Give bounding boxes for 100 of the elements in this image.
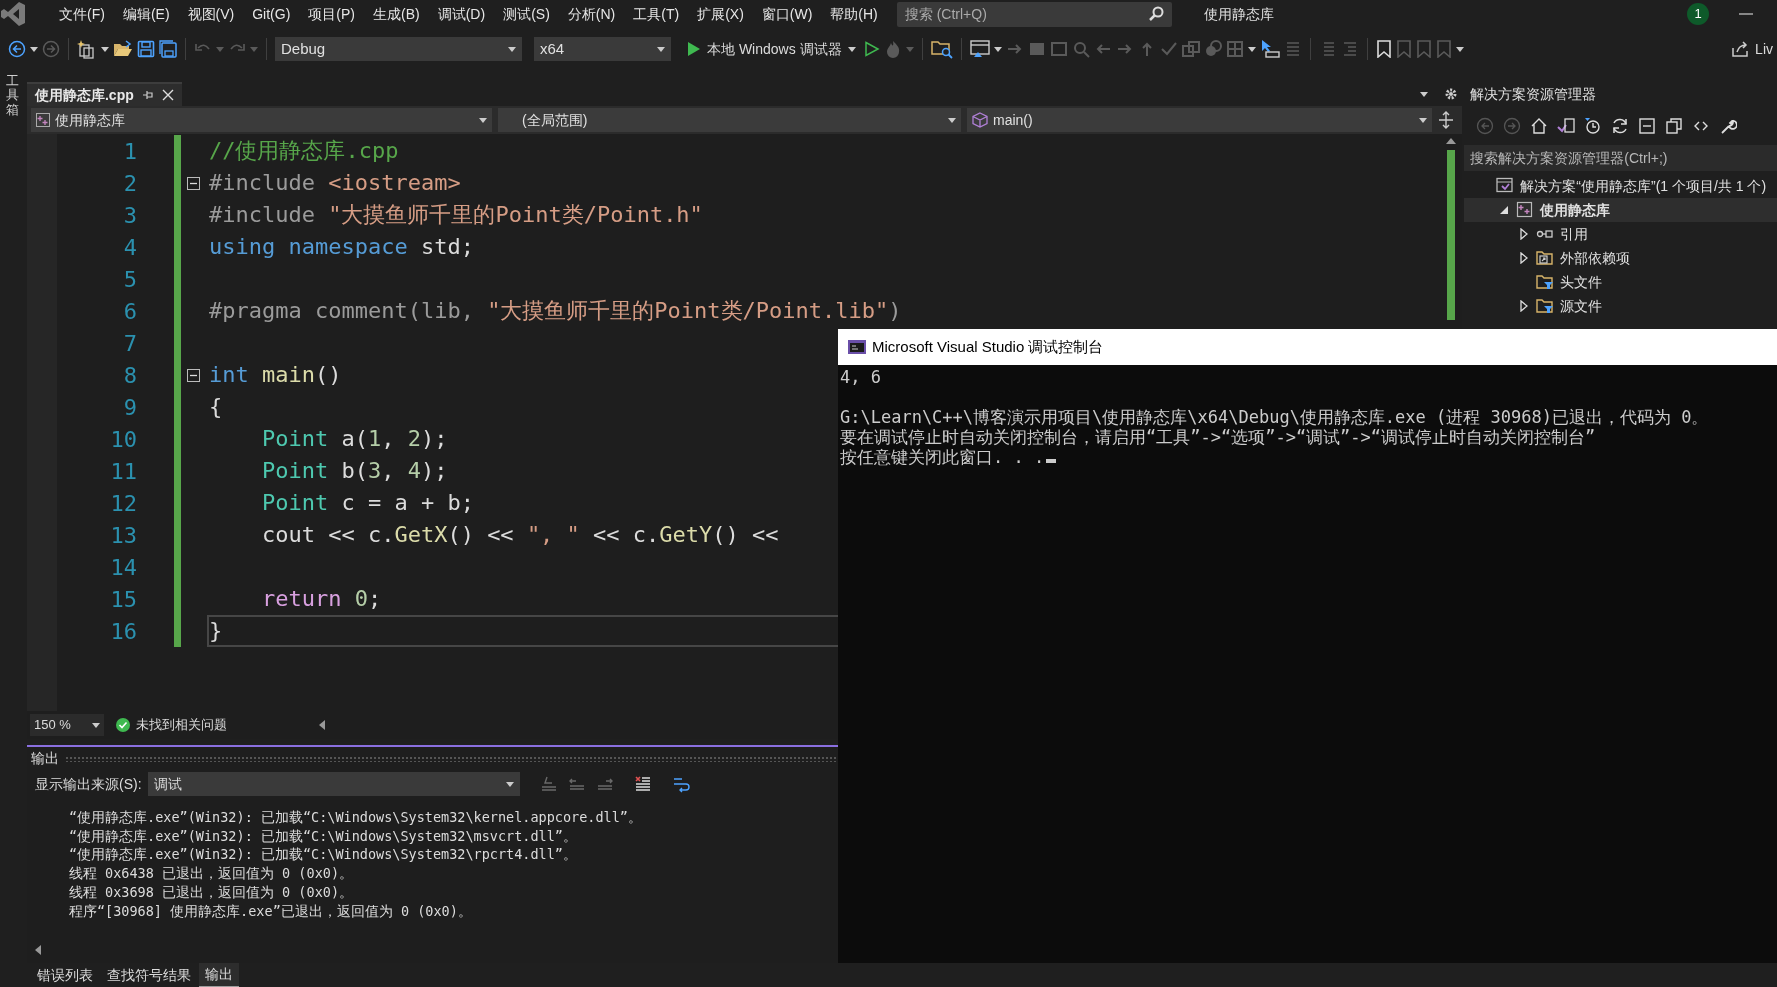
box-icon[interactable] xyxy=(1027,40,1046,58)
scroll-up-icon[interactable] xyxy=(1446,138,1457,144)
collapse-all-icon[interactable] xyxy=(1638,117,1657,135)
toolbox-tab[interactable]: 工具箱 xyxy=(6,74,19,117)
home-icon[interactable] xyxy=(1530,117,1549,135)
caret-icon[interactable] xyxy=(1420,91,1429,97)
box-icon[interactable] xyxy=(1181,40,1200,58)
tree-item[interactable]: 头文件 xyxy=(1464,270,1777,294)
tree-item[interactable]: 外部依赖项 xyxy=(1464,246,1777,270)
caret-icon[interactable] xyxy=(478,117,487,123)
pin-icon[interactable] xyxy=(141,89,154,101)
collapse-icon[interactable] xyxy=(187,368,201,382)
tree-item[interactable]: 引用 xyxy=(1464,222,1777,246)
collapsed-arrow-icon[interactable] xyxy=(1520,252,1529,264)
box-icon[interactable] xyxy=(1049,40,1068,58)
share-button[interactable]: Liv xyxy=(1727,36,1777,62)
menu-item[interactable]: 编辑(E) xyxy=(113,3,179,25)
console-text: G:\Learn\C++\博客演示用项目\使用静态库\x64\Debug\使用静态库.exe (进程 30968)已退出，代码为 0。 xyxy=(840,407,1709,427)
collapse-icon[interactable] xyxy=(187,176,201,190)
history-icon[interactable] xyxy=(1584,117,1603,135)
line-number: 7 xyxy=(122,329,137,358)
save-all-icon[interactable] xyxy=(159,40,177,58)
clear-all-icon[interactable] xyxy=(633,775,652,793)
open-folder-icon[interactable] xyxy=(113,40,133,58)
magnifier-icon[interactable] xyxy=(1071,40,1090,58)
tree-item[interactable]: 解决方案“使用静态库”(1 个项目/共 1 个) xyxy=(1464,174,1777,198)
solution-icon xyxy=(1496,177,1515,195)
collapsed-arrow-icon[interactable] xyxy=(1520,228,1529,240)
menu-item[interactable]: 文件(F) xyxy=(50,3,114,25)
panel-tab[interactable]: 错误列表 xyxy=(30,963,99,987)
check-icon[interactable] xyxy=(1159,40,1178,58)
caret-icon[interactable] xyxy=(505,781,514,787)
menu-item[interactable]: 测试(S) xyxy=(494,3,559,25)
save-icon[interactable] xyxy=(137,40,155,58)
split-icon[interactable] xyxy=(1437,111,1454,129)
menu-item[interactable]: 窗口(W) xyxy=(752,3,822,25)
expanded-arrow-icon[interactable] xyxy=(1499,205,1510,215)
caret-icon[interactable] xyxy=(508,46,516,52)
cursor-icon[interactable] xyxy=(1259,39,1280,59)
scroll-left-icon[interactable] xyxy=(318,720,325,730)
play-outline-icon[interactable] xyxy=(863,41,880,57)
search-field[interactable]: 搜索 (Ctrl+Q) xyxy=(896,1,1172,27)
caret-icon[interactable] xyxy=(101,46,109,52)
code-line: #include <iostream> xyxy=(208,169,461,197)
tree-item[interactable]: 使用静态库 xyxy=(1464,198,1777,222)
notification-badge[interactable]: 1 xyxy=(1687,3,1709,25)
caret-icon[interactable] xyxy=(1455,46,1464,52)
start-debugging-button[interactable]: 本地 Windows 调试器 xyxy=(683,36,860,62)
document-tab[interactable]: 使用静态库.cpp xyxy=(26,82,182,106)
new-item-icon[interactable] xyxy=(77,39,97,59)
word-wrap-icon[interactable] xyxy=(671,775,690,793)
folder-search-icon[interactable] xyxy=(930,39,953,59)
code-line: return 0; xyxy=(260,585,382,613)
close-icon[interactable] xyxy=(161,89,174,101)
output-line: “使用静态库.exe”(Win32): 已加载“C:\Windows\System32\kernel.appcore.dll”。 xyxy=(68,808,643,827)
scope-dropdown[interactable]: (全局范围) xyxy=(497,108,961,132)
circle-icon[interactable] xyxy=(1203,40,1222,58)
window-icon[interactable] xyxy=(969,40,990,58)
caret-icon[interactable] xyxy=(1247,46,1256,52)
panel-title: 解决方案资源管理器 xyxy=(1469,85,1598,104)
caret-icon[interactable] xyxy=(993,46,1002,52)
project-dropdown[interactable]: 使用静态库 xyxy=(30,108,492,132)
output-line: “使用静态库.exe”(Win32): 已加载“C:\Windows\System32\msvcrt.dll”。 xyxy=(68,826,578,846)
menu-item[interactable]: 帮助(H) xyxy=(821,3,887,25)
caret-icon[interactable] xyxy=(847,46,856,52)
caret-icon[interactable] xyxy=(947,117,956,123)
panel-tab[interactable]: 输出 xyxy=(198,962,239,987)
switch-views-icon[interactable] xyxy=(1557,117,1576,135)
menu-item[interactable]: 分析(N) xyxy=(558,3,625,25)
member-dropdown[interactable]: main() xyxy=(966,108,1432,132)
menu-item[interactable]: 工具(T) xyxy=(624,3,689,25)
configuration-dropdown[interactable]: Debug xyxy=(275,37,522,61)
caret-icon[interactable] xyxy=(30,46,38,52)
back-icon[interactable] xyxy=(8,40,26,58)
copy-icon[interactable] xyxy=(1665,117,1684,135)
settings-icon[interactable] xyxy=(1444,87,1459,101)
menu-item[interactable]: 调试(D) xyxy=(428,3,495,25)
source-dropdown[interactable]: 调试 xyxy=(147,772,520,796)
menu-item[interactable]: 视图(V) xyxy=(178,3,244,25)
caret-icon[interactable] xyxy=(91,722,100,728)
console-text: 按任意键关闭此窗口. . . xyxy=(840,447,1045,467)
menu-item[interactable]: 扩展(X) xyxy=(688,3,753,25)
project-icon xyxy=(1516,201,1535,219)
menu-item[interactable]: 生成(B) xyxy=(364,3,429,25)
status-text: 未找到相关问题 xyxy=(135,716,227,735)
line-number: 5 xyxy=(122,265,137,294)
line-number: 4 xyxy=(122,233,137,262)
collapsed-arrow-icon[interactable] xyxy=(1520,300,1529,312)
wrench-icon[interactable] xyxy=(1719,117,1738,135)
zoom-dropdown[interactable]: 150 % xyxy=(29,714,104,736)
caret-icon[interactable] xyxy=(657,46,665,52)
panel-tab[interactable]: 查找符号结果 xyxy=(100,963,197,987)
scroll-left-icon[interactable] xyxy=(34,945,41,955)
tree-item[interactable]: 源文件 xyxy=(1464,294,1777,318)
search-field[interactable]: 搜索解决方案资源管理器(Ctrl+;) xyxy=(1464,145,1777,171)
menu-item[interactable]: 项目(P) xyxy=(299,3,364,25)
platform-dropdown[interactable]: x64 xyxy=(534,37,671,61)
caret-icon[interactable] xyxy=(1418,117,1427,123)
menu-item[interactable]: Git(G) xyxy=(243,3,300,25)
refresh-icon[interactable] xyxy=(1611,117,1630,135)
